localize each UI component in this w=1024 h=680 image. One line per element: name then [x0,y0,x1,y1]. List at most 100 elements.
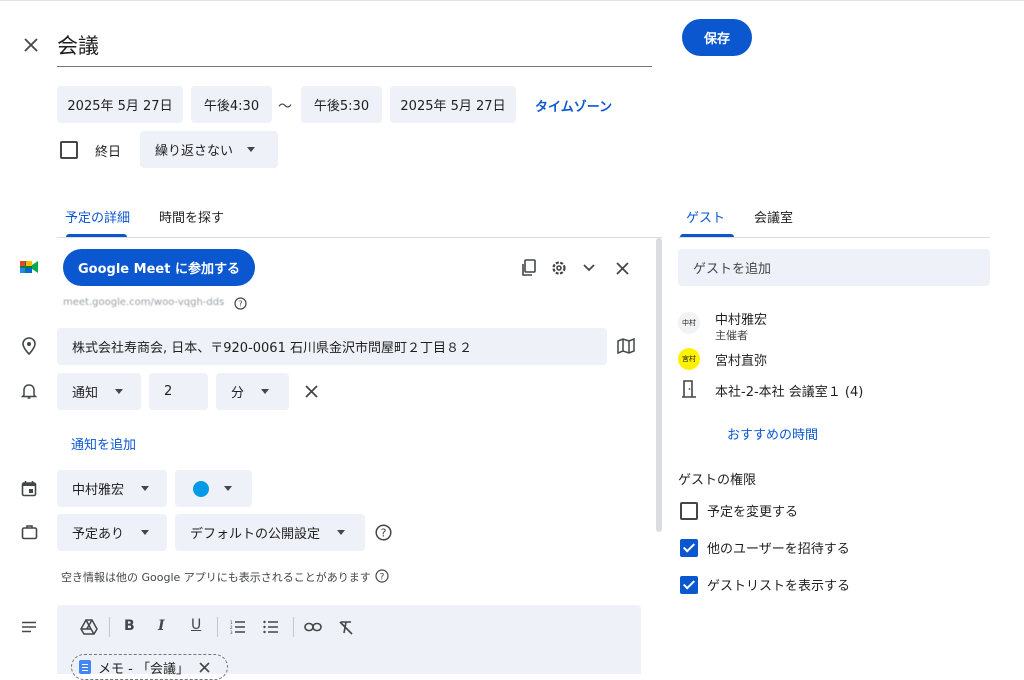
end-time-chip[interactable]: 午後5:30 [301,86,382,123]
tab-rooms[interactable]: 会議室 [754,207,793,226]
visibility-dropdown[interactable]: デフォルトの公開設定 [175,514,365,551]
svg-text:?: ? [380,572,385,582]
permission-invite-checkbox[interactable] [680,539,698,557]
permissions-title: ゲストの権限 [678,473,757,488]
permission-label: 他のユーザーを招待する [707,542,850,557]
expand-chevron-icon[interactable] [578,257,600,279]
avatar: 中村 [678,312,700,334]
help-icon[interactable]: ? [374,523,392,541]
avatar-text: 宮村 [682,355,696,363]
guest-name[interactable]: 中村雅宏 [715,309,767,328]
end-date-chip[interactable]: 2025年 5月 27日 [390,86,516,123]
svg-text:?: ? [238,299,242,308]
meet-link[interactable]: meet.google.com/woo-vqgh-dds [63,297,224,308]
svg-text:3: 3 [230,630,233,634]
start-date-chip[interactable]: 2025年 5月 27日 [57,86,183,123]
drive-icon[interactable] [77,617,101,637]
notification-amount-text: 2 [164,384,173,399]
bell-icon [18,380,40,402]
numbered-list-icon[interactable]: 123 [227,617,249,637]
time-separator: 〜 [278,99,292,115]
underline-button[interactable]: U [191,617,201,633]
room-name[interactable]: 本社-2-本社 会議室１ (4) [715,381,863,400]
copy-icon[interactable] [518,257,540,279]
visibility-text: デフォルトの公開設定 [190,527,321,542]
help-icon[interactable]: ? [374,568,390,584]
remove-notification-icon[interactable] [300,380,322,402]
repeat-text: 繰り返さない [155,144,234,159]
title-text: 会議 [57,34,99,58]
location-text: 株式会社寿商会, 日本、〒920-0061 石川県金沢市問屋町２丁目８２ [72,341,472,356]
notification-amount-input[interactable]: 2 [149,373,208,410]
permission-modify-checkbox[interactable] [680,502,698,520]
gear-icon[interactable] [548,257,570,279]
bulleted-list-icon[interactable] [260,617,282,637]
avatar: 宮村 [678,348,700,370]
link-icon[interactable] [302,617,324,637]
chevron-down-icon [115,389,124,394]
tab-event-details[interactable]: 予定の詳細 [65,207,130,226]
join-meet-button[interactable]: Google Meet に参加する [63,249,255,286]
end-time-text: 午後5:30 [313,99,370,114]
tab-guests[interactable]: ゲスト [686,207,725,226]
busy-status-dropdown[interactable]: 予定あり [57,514,167,551]
scrollbar[interactable] [656,238,662,532]
notification-type-dropdown[interactable]: 通知 [57,373,141,410]
chevron-down-icon [141,486,150,491]
calendar-owner-dropdown[interactable]: 中村雅宏 [57,470,167,507]
attachment-chip[interactable]: メモ - 「会議」 [71,654,228,680]
timezone-link[interactable]: タイムゾーン [535,96,612,115]
close-icon[interactable] [18,32,44,58]
guest-name[interactable]: 宮村直弥 [715,350,767,369]
docs-icon [79,660,91,674]
avatar-text: 中村 [682,319,696,327]
start-time-text: 午後4:30 [203,99,260,114]
close-icon[interactable] [199,661,210,673]
busy-status-text: 予定あり [72,527,125,542]
tab-find-time[interactable]: 時間を探す [159,207,224,226]
google-meet-icon [18,256,40,278]
tabs-divider [57,237,662,238]
location-input[interactable]: 株式会社寿商会, 日本、〒920-0061 石川県金沢市問屋町２丁目８２ [57,328,607,365]
add-notification-link[interactable]: 通知を追加 [71,434,136,453]
top-border [0,0,1024,1]
calendar-owner-text: 中村雅宏 [72,483,125,498]
permission-see-guests-checkbox[interactable] [680,576,698,594]
calendar-icon [18,477,40,499]
all-day-checkbox[interactable] [60,141,78,159]
start-date-text: 2025年 5月 27日 [67,99,173,114]
start-time-chip[interactable]: 午後4:30 [191,86,272,123]
briefcase-icon [18,521,40,543]
toolbar-divider [109,617,110,637]
map-icon[interactable] [615,335,637,357]
notification-type-text: 通知 [72,386,99,401]
italic-button[interactable]: I [158,618,165,634]
permission-label: ゲストリストを表示する [707,579,851,594]
remove-meet-icon[interactable] [611,257,633,279]
join-meet-label: Google Meet に参加する [78,262,240,277]
right-tabs-divider [678,237,990,238]
clear-formatting-icon[interactable] [335,617,357,637]
suggested-times-link[interactable]: おすすめの時間 [727,424,818,443]
notification-unit-dropdown[interactable]: 分 [216,373,289,410]
add-guest-input[interactable]: ゲストを追加 [678,249,990,286]
door-icon [678,378,700,400]
toolbar-divider [217,617,218,637]
description-editor[interactable]: B I U 123 メモ - 「会議」 [57,605,641,680]
notification-unit-text: 分 [231,386,245,401]
help-icon[interactable]: ? [233,296,247,310]
event-color-swatch [193,480,209,497]
bold-button[interactable]: B [124,618,135,634]
chevron-down-icon [141,530,150,535]
add-guest-placeholder: ゲストを追加 [693,262,772,277]
event-color-dropdown[interactable] [175,470,252,507]
description-icon [18,616,40,638]
chevron-down-icon [337,530,346,535]
permission-label: 予定を変更する [707,505,799,520]
save-label: 保存 [703,32,730,47]
repeat-dropdown[interactable]: 繰り返さない [140,131,278,168]
title-input[interactable]: 会議 [57,24,652,67]
all-day-label: 終日 [95,145,122,160]
toolbar-divider [293,617,294,637]
save-button[interactable]: 保存 [682,19,752,56]
